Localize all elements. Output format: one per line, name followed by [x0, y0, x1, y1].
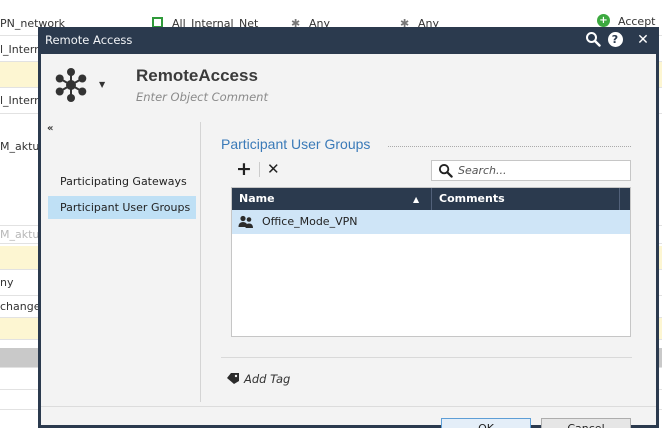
dialog-titlebar[interactable]: Remote Access ? ✕ [41, 27, 656, 54]
search-icon[interactable] [584, 31, 602, 49]
section-title: Participant User Groups [221, 136, 371, 152]
footer-divider [41, 406, 656, 407]
add-tag-link[interactable]: Add Tag [244, 372, 290, 386]
dialog-body: ▼ RemoteAccess Enter Object Comment « Pa… [41, 54, 656, 428]
table-row[interactable]: Office_Mode_VPN [232, 210, 630, 234]
table-cell-source: l_Intern [0, 94, 42, 107]
sidebar-divider [200, 122, 201, 402]
cancel-button[interactable]: Cancel [541, 418, 631, 428]
close-icon[interactable]: ✕ [634, 31, 652, 49]
chevron-down-icon[interactable]: ▼ [99, 80, 105, 89]
object-name[interactable]: RemoteAccess [136, 66, 258, 86]
column-header-comments[interactable]: Comments [433, 188, 620, 210]
object-comment-field[interactable]: Enter Object Comment [136, 90, 268, 104]
table-cell-source: change [0, 300, 41, 313]
section-divider [221, 357, 632, 358]
remote-access-dialog: Remote Access ? ✕ ▼ RemoteAccess Enter O… [38, 27, 659, 428]
column-header-name[interactable]: Name ▲ [232, 188, 432, 210]
ok-button[interactable]: OK [441, 418, 531, 428]
dialog-title: Remote Access [45, 33, 133, 47]
sort-ascending-icon[interactable]: ▲ [413, 189, 419, 211]
user-group-icon [238, 215, 253, 228]
table-header: Name ▲ Comments [232, 188, 630, 210]
toolbar-separator [259, 162, 260, 177]
section-divider [388, 146, 631, 147]
user-groups-table: Name ▲ Comments Office_Mode_VPN [231, 187, 631, 337]
remote-access-community-icon[interactable] [51, 65, 91, 105]
column-header-name-label: Name [239, 192, 275, 205]
table-cell-name: Office_Mode_VPN [262, 215, 358, 228]
add-icon[interactable]: + [236, 160, 252, 179]
table-cell-source: l_Intern [0, 43, 42, 56]
remove-icon[interactable]: ✕ [267, 161, 280, 178]
search-box[interactable] [431, 160, 631, 181]
nav-item-participating-gateways[interactable]: Participating Gateways [48, 170, 196, 193]
collapse-sidebar-icon[interactable]: « [47, 123, 54, 134]
search-input[interactable] [458, 163, 626, 178]
tag-icon[interactable] [227, 373, 239, 384]
search-icon [438, 163, 453, 178]
table-cell-source: ny [0, 276, 14, 289]
nav-item-participant-user-groups[interactable]: Participant User Groups [48, 196, 196, 219]
accept-icon: + [597, 14, 610, 27]
help-icon[interactable]: ? [606, 31, 624, 49]
